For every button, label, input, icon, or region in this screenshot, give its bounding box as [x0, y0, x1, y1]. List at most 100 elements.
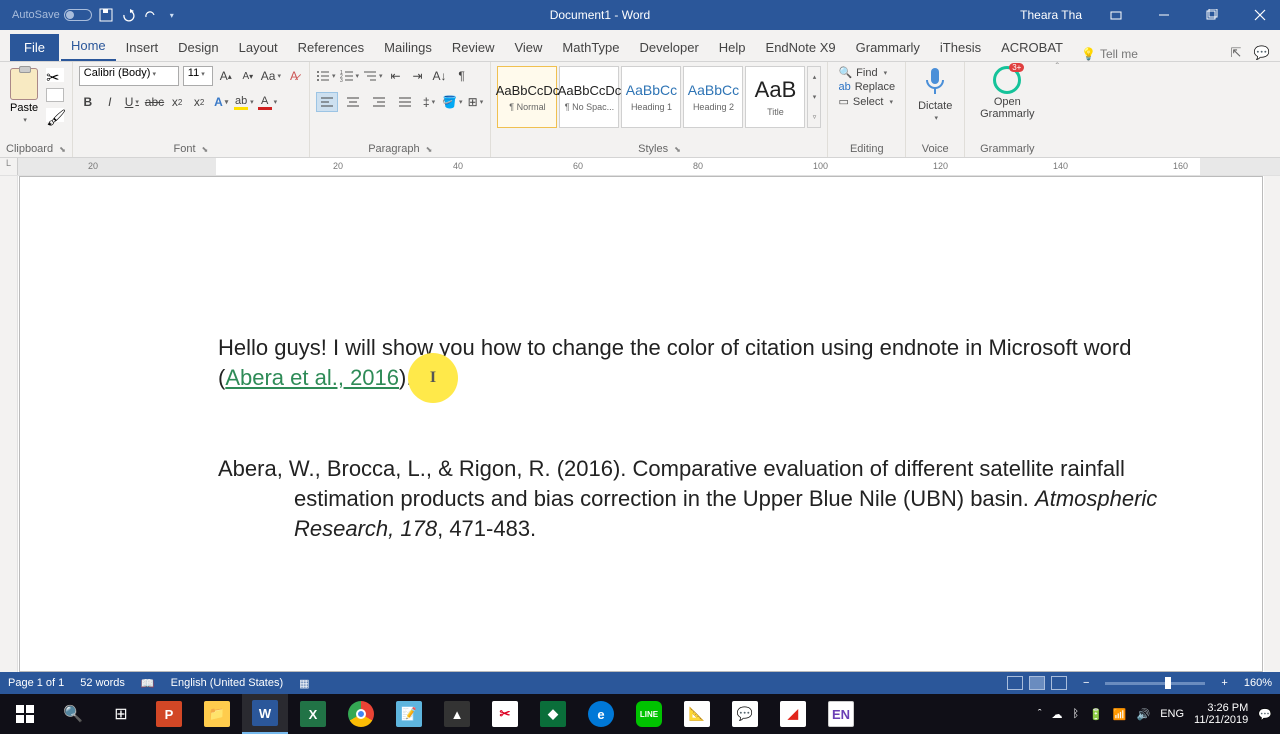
style-nospacing[interactable]: AaBbCcDc¶ No Spac... [559, 66, 619, 128]
task-view-icon[interactable]: ⊞ [98, 694, 144, 734]
tray-more-icon[interactable]: ˆ [1038, 708, 1042, 720]
zoom-slider[interactable] [1105, 682, 1205, 685]
tab-references[interactable]: References [288, 34, 374, 61]
superscript-button[interactable]: x2 [190, 92, 208, 112]
tab-home[interactable]: Home [61, 32, 116, 61]
notifications-icon[interactable]: 💬 [1258, 708, 1272, 721]
justify-icon[interactable] [394, 92, 416, 112]
tab-acrobat[interactable]: ACROBAT [991, 34, 1073, 61]
comments-icon[interactable]: 💬 [1254, 45, 1270, 61]
open-grammarly-button[interactable]: 3+ Open Grammarly [971, 64, 1043, 122]
zoom-level[interactable]: 160% [1244, 677, 1272, 689]
style-heading2[interactable]: AaBbCcHeading 2 [683, 66, 743, 128]
close-button[interactable] [1240, 0, 1280, 30]
grow-font-icon[interactable]: A▴ [217, 66, 235, 86]
style-normal[interactable]: AaBbCcDc¶ Normal [497, 66, 557, 128]
wechat-icon[interactable]: 💬 [722, 694, 768, 734]
document-page[interactable]: Hello guys! I will show you how to chang… [19, 176, 1263, 672]
indent-increase-icon[interactable]: ⇥ [409, 66, 427, 86]
tab-file[interactable]: File [10, 34, 59, 61]
undo-icon[interactable] [120, 7, 136, 23]
borders-icon[interactable]: ⊞▾ [466, 92, 484, 112]
dictate-button[interactable]: Dictate▾ [912, 64, 958, 124]
tab-mathtype[interactable]: MathType [552, 34, 629, 61]
tab-design[interactable]: Design [168, 34, 228, 61]
change-case-icon[interactable]: Aa▾ [261, 66, 281, 86]
language-indicator[interactable]: English (United States) [171, 677, 284, 689]
paragraph-1[interactable]: Hello guys! I will show you how to chang… [218, 333, 1182, 392]
vertical-ruler[interactable] [0, 176, 18, 672]
font-launcher-icon[interactable]: ⬊ [202, 145, 209, 154]
redo-icon[interactable] [142, 7, 158, 23]
word-count[interactable]: 52 words [80, 677, 125, 689]
tab-layout[interactable]: Layout [229, 34, 288, 61]
tab-grammarly[interactable]: Grammarly [846, 34, 930, 61]
align-left-icon[interactable] [316, 92, 338, 112]
minimize-button[interactable] [1144, 0, 1184, 30]
tab-view[interactable]: View [504, 34, 552, 61]
maximize-button[interactable] [1192, 0, 1232, 30]
tab-endnote[interactable]: EndNote X9 [756, 34, 846, 61]
horizontal-ruler[interactable]: L 20 20 40 60 80 100 120 140 160 [0, 158, 1280, 176]
ruler-toggle-icon[interactable]: L [0, 158, 18, 175]
share-icon[interactable]: ⇱ [1228, 45, 1244, 61]
align-right-icon[interactable] [368, 92, 390, 112]
language-tray[interactable]: ENG [1160, 708, 1184, 720]
videolan-icon[interactable]: ▲ [434, 694, 480, 734]
qat-more-icon[interactable]: ▾ [164, 7, 180, 23]
show-marks-icon[interactable]: ¶ [453, 66, 471, 86]
matlab-icon[interactable]: 📐 [674, 694, 720, 734]
read-view-icon[interactable] [1007, 676, 1023, 690]
search-icon[interactable]: 🔍 [50, 694, 96, 734]
word-icon[interactable]: W [242, 694, 288, 734]
web-view-icon[interactable] [1051, 676, 1067, 690]
font-name-select[interactable]: Calibri (Body)▾ [79, 66, 179, 86]
bullets-icon[interactable]: ▾ [316, 66, 336, 86]
print-view-icon[interactable] [1029, 676, 1045, 690]
highlight-icon[interactable]: ab▾ [234, 92, 254, 112]
onedrive-icon[interactable]: ☁ [1051, 708, 1062, 721]
tab-insert[interactable]: Insert [116, 34, 169, 61]
numbering-icon[interactable]: 123▾ [340, 66, 360, 86]
cut-icon[interactable]: ✂ [46, 68, 64, 82]
document-body[interactable]: Hello guys! I will show you how to chang… [218, 333, 1182, 543]
tab-help[interactable]: Help [709, 34, 756, 61]
find-button[interactable]: 🔍 Find ▾ [838, 66, 895, 79]
chrome-icon[interactable] [338, 694, 384, 734]
align-center-icon[interactable] [342, 92, 364, 112]
citation-link[interactable]: Abera et al., 2016 [225, 365, 399, 390]
shading-icon[interactable]: 🪣▾ [442, 92, 462, 112]
paste-button[interactable]: Paste ▾ [6, 64, 42, 128]
macro-icon[interactable]: ▦ [299, 677, 309, 690]
ribbon-options-icon[interactable] [1096, 0, 1136, 30]
bluetooth-icon[interactable]: ᛒ [1072, 708, 1079, 720]
font-size-select[interactable]: 11▾ [183, 66, 213, 86]
system-tray[interactable]: ˆ ☁ ᛒ 🔋 📶 🔊 ENG 3:26 PM 11/21/2019 💬 [1038, 702, 1278, 726]
start-button[interactable] [2, 694, 48, 734]
clock[interactable]: 3:26 PM 11/21/2019 [1194, 702, 1248, 726]
app-green-icon[interactable]: ◆ [530, 694, 576, 734]
shrink-font-icon[interactable]: A▾ [239, 66, 257, 86]
endnote-taskbar-icon[interactable]: EN [818, 694, 864, 734]
reference-entry[interactable]: Abera, W., Brocca, L., & Rigon, R. (2016… [218, 454, 1182, 543]
user-name[interactable]: Theara Tha [1020, 8, 1082, 22]
explorer-icon[interactable]: 📁 [194, 694, 240, 734]
save-icon[interactable] [98, 7, 114, 23]
paragraph-launcher-icon[interactable]: ⬊ [426, 145, 433, 154]
collapse-ribbon-icon[interactable]: ˆ [1049, 62, 1065, 157]
format-painter-icon[interactable]: 🖌 [46, 108, 64, 122]
clipboard-launcher-icon[interactable]: ⬊ [59, 145, 66, 154]
copy-icon[interactable] [46, 88, 64, 102]
styles-launcher-icon[interactable]: ⬊ [674, 145, 681, 154]
line-icon[interactable]: LINE [626, 694, 672, 734]
excel-icon[interactable]: X [290, 694, 336, 734]
indent-decrease-icon[interactable]: ⇤ [387, 66, 405, 86]
tab-ithesis[interactable]: iThesis [930, 34, 991, 61]
select-button[interactable]: ▭ Select ▾ [838, 95, 895, 108]
powerpoint-icon[interactable]: P [146, 694, 192, 734]
notepad-icon[interactable]: 📝 [386, 694, 432, 734]
line-spacing-icon[interactable]: ‡▾ [420, 92, 438, 112]
text-effects-icon[interactable]: A▾ [212, 92, 230, 112]
battery-icon[interactable]: 🔋 [1089, 708, 1103, 721]
clear-format-icon[interactable]: A̷ [285, 66, 303, 86]
